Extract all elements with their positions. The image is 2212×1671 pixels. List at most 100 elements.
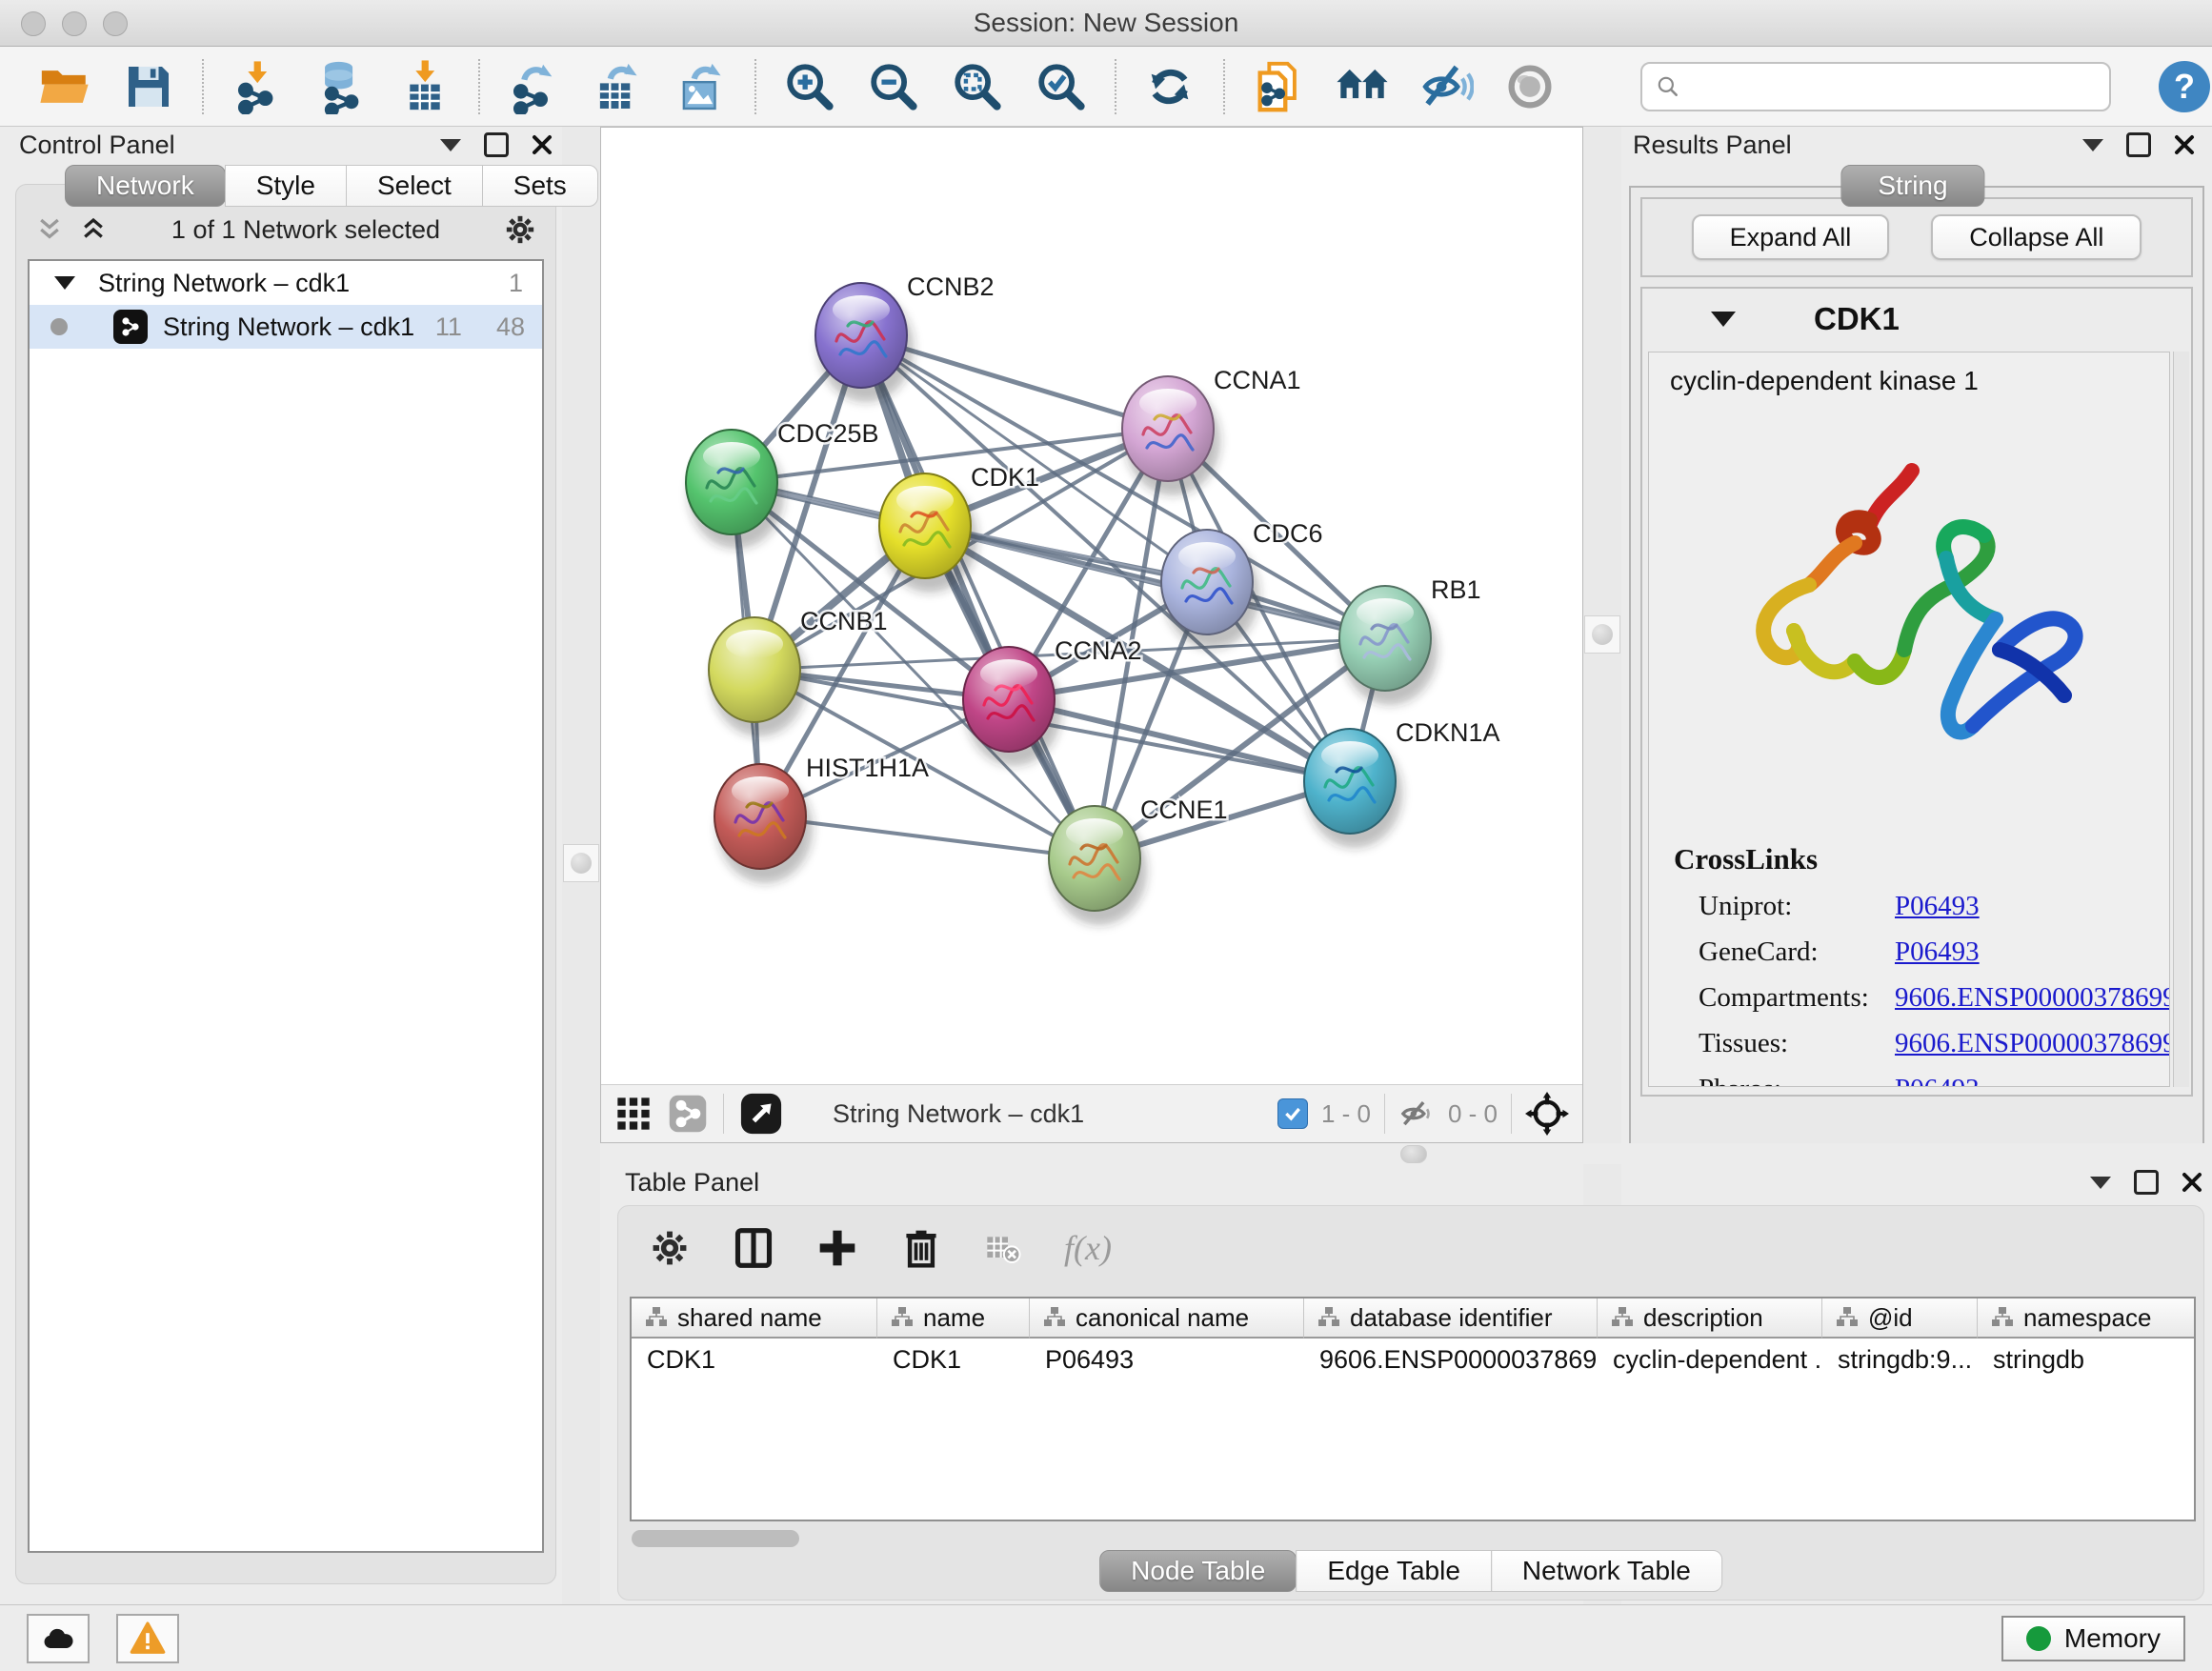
expand-all-button[interactable]: Expand All [1692,214,1890,260]
float-panel-icon[interactable] [2134,1170,2159,1195]
crosslink-link[interactable]: P06493 [1895,1074,1980,1087]
table-cell[interactable]: 9606.ENSP00000378699 [1304,1339,1598,1380]
zoom-selected-button[interactable] [1031,56,1092,117]
close-window-button[interactable] [21,11,46,36]
protein-section-header[interactable]: CDK1 [1642,289,2191,350]
left-splitter[interactable] [562,127,600,1604]
table-settings-gear-icon[interactable] [649,1227,691,1269]
network-node-CCNA1[interactable]: CCNA1 [1122,366,1301,495]
import-network-file-button[interactable] [227,56,288,117]
network-canvas[interactable]: CCNB2CCNA1CDC25BCDK1CDC6RB1CCNB1CCNA2CDK… [601,128,1582,1085]
clone-network-button[interactable] [1248,56,1309,117]
table-cell[interactable]: P06493 [1030,1339,1304,1380]
right-splitter-handle[interactable] [1584,615,1620,654]
table-horizontal-scrollbar[interactable] [632,1530,799,1547]
network-node-CCNB1[interactable]: CCNB1 [709,607,888,736]
apply-layout-button[interactable] [1139,56,1200,117]
collapse-panel-icon[interactable] [440,139,461,151]
table-row[interactable]: CDK1CDK1P064939606.ENSP00000378699cyclin… [632,1339,2196,1380]
network-node-CDKN1A[interactable]: CDKN1A [1304,718,1500,848]
selected-checkbox-icon[interactable] [1277,1098,1308,1129]
left-splitter-handle[interactable] [563,844,599,882]
show-all-button[interactable] [1499,56,1560,117]
horizontal-splitter[interactable] [600,1143,2212,1164]
tab-sets[interactable]: Sets [482,165,598,207]
birds-eye-view-icon[interactable] [1525,1092,1569,1136]
cloud-status-button[interactable] [27,1614,90,1663]
minimize-window-button[interactable] [62,11,87,36]
network-node-RB1[interactable]: RB1 [1339,575,1481,705]
section-caret-icon[interactable] [1711,312,1736,327]
float-panel-icon[interactable] [484,132,509,157]
column-header-name[interactable]: name [877,1299,1030,1339]
save-session-button[interactable] [118,56,179,117]
network-node-CCNB2[interactable]: CCNB2 [815,272,995,402]
expand-all-icon[interactable] [79,215,108,244]
close-panel-icon[interactable] [532,134,553,155]
add-column-icon[interactable] [816,1227,858,1269]
export-network-button[interactable] [503,56,564,117]
open-session-button[interactable] [34,56,95,117]
maximize-window-button[interactable] [103,11,128,36]
tab-node-table[interactable]: Node Table [1099,1550,1297,1592]
gear-icon[interactable] [504,213,536,246]
collapse-panel-icon[interactable] [2090,1177,2111,1189]
column-header-canonical-name[interactable]: canonical name [1030,1299,1304,1339]
open-in-window-icon[interactable] [739,1092,783,1136]
tab-network[interactable]: Network [65,165,226,207]
column-header-description[interactable]: description [1598,1299,1822,1339]
zoom-fit-button[interactable] [947,56,1008,117]
column-header-shared-name[interactable]: shared name [632,1299,877,1339]
export-table-button[interactable] [587,56,648,117]
show-columns-icon[interactable] [733,1227,774,1269]
table-cell[interactable]: cyclin-dependent ... [1598,1339,1822,1380]
network-node-HIST1H1A[interactable]: HIST1H1A [714,754,929,883]
column-header-namespace[interactable]: namespace [1978,1299,2196,1339]
collapse-all-button[interactable]: Collapse All [1931,214,2142,260]
delete-column-trash-icon[interactable] [900,1227,942,1269]
warnings-button[interactable] [116,1614,179,1663]
float-panel-icon[interactable] [2126,132,2151,157]
network-node-CDC25B[interactable]: CDC25B [686,419,879,549]
import-table-file-button[interactable] [394,56,455,117]
collapse-all-icon[interactable] [35,215,64,244]
results-scrollbar[interactable] [2173,352,2189,1087]
network-row[interactable]: String Network – cdk1 11 48 [30,305,542,349]
crosslink-link[interactable]: 9606.ENSP00000378699 [1895,982,2170,1014]
crosslink-link[interactable]: P06493 [1895,936,1980,968]
memory-button[interactable]: Memory [2001,1616,2185,1661]
tree-caret-icon[interactable] [54,276,75,290]
close-panel-icon[interactable] [2174,134,2195,155]
string-network-icon[interactable] [668,1094,708,1134]
table-cell[interactable]: stringdb:9... [1822,1339,1978,1380]
table-cell[interactable]: stringdb [1978,1339,2196,1380]
network-node-CDK1[interactable]: CDK1 [879,463,1039,593]
export-image-button[interactable] [671,56,732,117]
tab-edge-table[interactable]: Edge Table [1296,1550,1492,1592]
tab-string[interactable]: String [1840,165,1984,207]
toolbar-search[interactable] [1640,62,2111,111]
clear-table-icon[interactable] [984,1229,1022,1267]
table-cell[interactable]: CDK1 [877,1339,1030,1380]
close-panel-icon[interactable] [2182,1172,2202,1193]
help-button[interactable]: ? [2159,61,2210,112]
grid-view-icon[interactable] [614,1095,653,1133]
node-table[interactable]: shared namenamecanonical namedatabase id… [630,1297,2196,1521]
column-header-@id[interactable]: @id [1822,1299,1978,1339]
column-header-database-identifier[interactable]: database identifier [1304,1299,1598,1339]
search-input[interactable] [1690,67,2109,107]
network-node-CCNE1[interactable]: CCNE1 [1049,795,1228,925]
table-cell[interactable]: CDK1 [632,1339,877,1380]
zoom-in-button[interactable] [779,56,840,117]
tab-network-table[interactable]: Network Table [1491,1550,1722,1592]
collapse-panel-icon[interactable] [2082,139,2103,151]
tab-style[interactable]: Style [225,165,347,207]
zoom-out-button[interactable] [863,56,924,117]
function-builder-icon[interactable]: f(x) [1064,1228,1112,1268]
horizontal-splitter-handle[interactable] [1400,1145,1427,1163]
network-node-CDC6[interactable]: CDC6 [1161,519,1323,649]
network-collection-row[interactable]: String Network – cdk1 1 [30,261,542,305]
tab-select[interactable]: Select [346,165,483,207]
first-neighbors-button[interactable] [1332,56,1393,117]
hide-selected-button[interactable] [1416,56,1477,117]
